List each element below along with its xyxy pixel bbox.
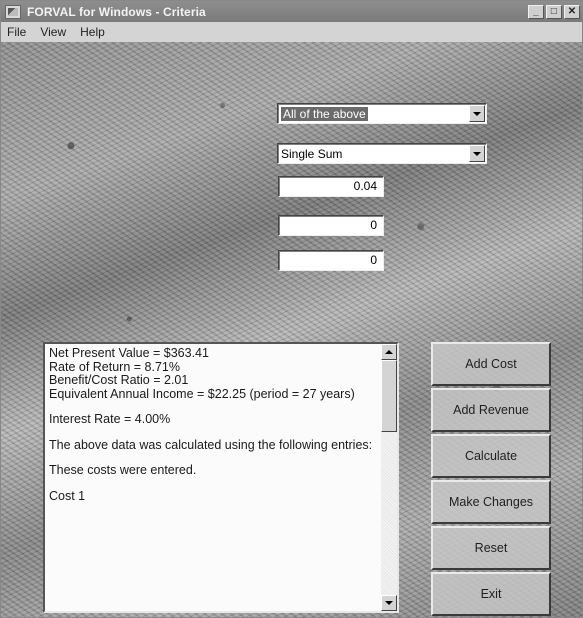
scroll-up-button[interactable] bbox=[381, 344, 397, 360]
result-ror: Rate of Return = 8.71% bbox=[49, 359, 180, 374]
interest-rate-field[interactable]: 0.04 bbox=[278, 176, 384, 197]
scroll-down-button[interactable] bbox=[381, 595, 397, 611]
criteria-select[interactable]: All of the above bbox=[277, 103, 487, 124]
result-cost-1: Cost 1 bbox=[49, 488, 86, 503]
cashflow-type-value: Single Sum bbox=[281, 146, 343, 161]
make-changes-button[interactable]: Make Changes bbox=[431, 480, 551, 524]
criteria-select-value: All of the above bbox=[281, 106, 368, 121]
minimize-icon[interactable]: _ bbox=[528, 4, 544, 19]
calculate-button[interactable]: Calculate bbox=[431, 434, 551, 478]
app-window: FORVAL for Windows - Criteria _ □ ✕ File… bbox=[0, 0, 583, 618]
vertical-scrollbar[interactable] bbox=[381, 344, 397, 611]
menu-file[interactable]: File bbox=[7, 25, 26, 39]
results-text: Net Present Value = $363.41 Rate of Retu… bbox=[49, 346, 379, 503]
title-bar[interactable]: FORVAL for Windows - Criteria _ □ ✕ bbox=[1, 1, 582, 22]
client-area: All of the above Single Sum 0.04 0 0 Net… bbox=[1, 42, 582, 617]
result-entries-note: The above data was calculated using the … bbox=[49, 437, 373, 452]
menu-view[interactable]: View bbox=[40, 25, 66, 39]
menu-bar: File View Help bbox=[1, 22, 582, 42]
add-cost-button[interactable]: Add Cost bbox=[431, 342, 551, 386]
scroll-thumb[interactable] bbox=[381, 360, 397, 432]
result-interest-rate: Interest Rate = 4.00% bbox=[49, 412, 171, 426]
app-icon bbox=[5, 4, 21, 19]
window-controls: _ □ ✕ bbox=[528, 4, 580, 19]
maximize-icon[interactable]: □ bbox=[546, 4, 562, 19]
close-icon[interactable]: ✕ bbox=[564, 4, 580, 19]
chevron-down-icon bbox=[473, 151, 481, 156]
result-eai: Equivalent Annual Income = $22.25 (perio… bbox=[49, 386, 355, 401]
result-npv: Net Present Value = $363.41 bbox=[49, 346, 209, 360]
input-field-2[interactable]: 0 bbox=[278, 215, 384, 236]
arrow-down-icon bbox=[385, 601, 393, 605]
result-bc-ratio: Benefit/Cost Ratio = 2.01 bbox=[49, 373, 189, 387]
exit-button[interactable]: Exit bbox=[431, 572, 551, 616]
arrow-up-icon bbox=[385, 350, 393, 354]
add-revenue-button[interactable]: Add Revenue bbox=[431, 388, 551, 432]
menu-help[interactable]: Help bbox=[80, 25, 105, 39]
results-textbox[interactable]: Net Present Value = $363.41 Rate of Retu… bbox=[43, 342, 399, 613]
reset-button[interactable]: Reset bbox=[431, 526, 551, 570]
window-title: FORVAL for Windows - Criteria bbox=[27, 4, 206, 19]
chevron-down-icon bbox=[473, 111, 481, 116]
cashflow-type-select[interactable]: Single Sum bbox=[277, 143, 487, 164]
dropdown-button[interactable] bbox=[469, 145, 485, 162]
input-field-3[interactable]: 0 bbox=[278, 250, 384, 271]
result-costs-heading: These costs were entered. bbox=[49, 463, 197, 477]
dropdown-button[interactable] bbox=[469, 105, 485, 122]
